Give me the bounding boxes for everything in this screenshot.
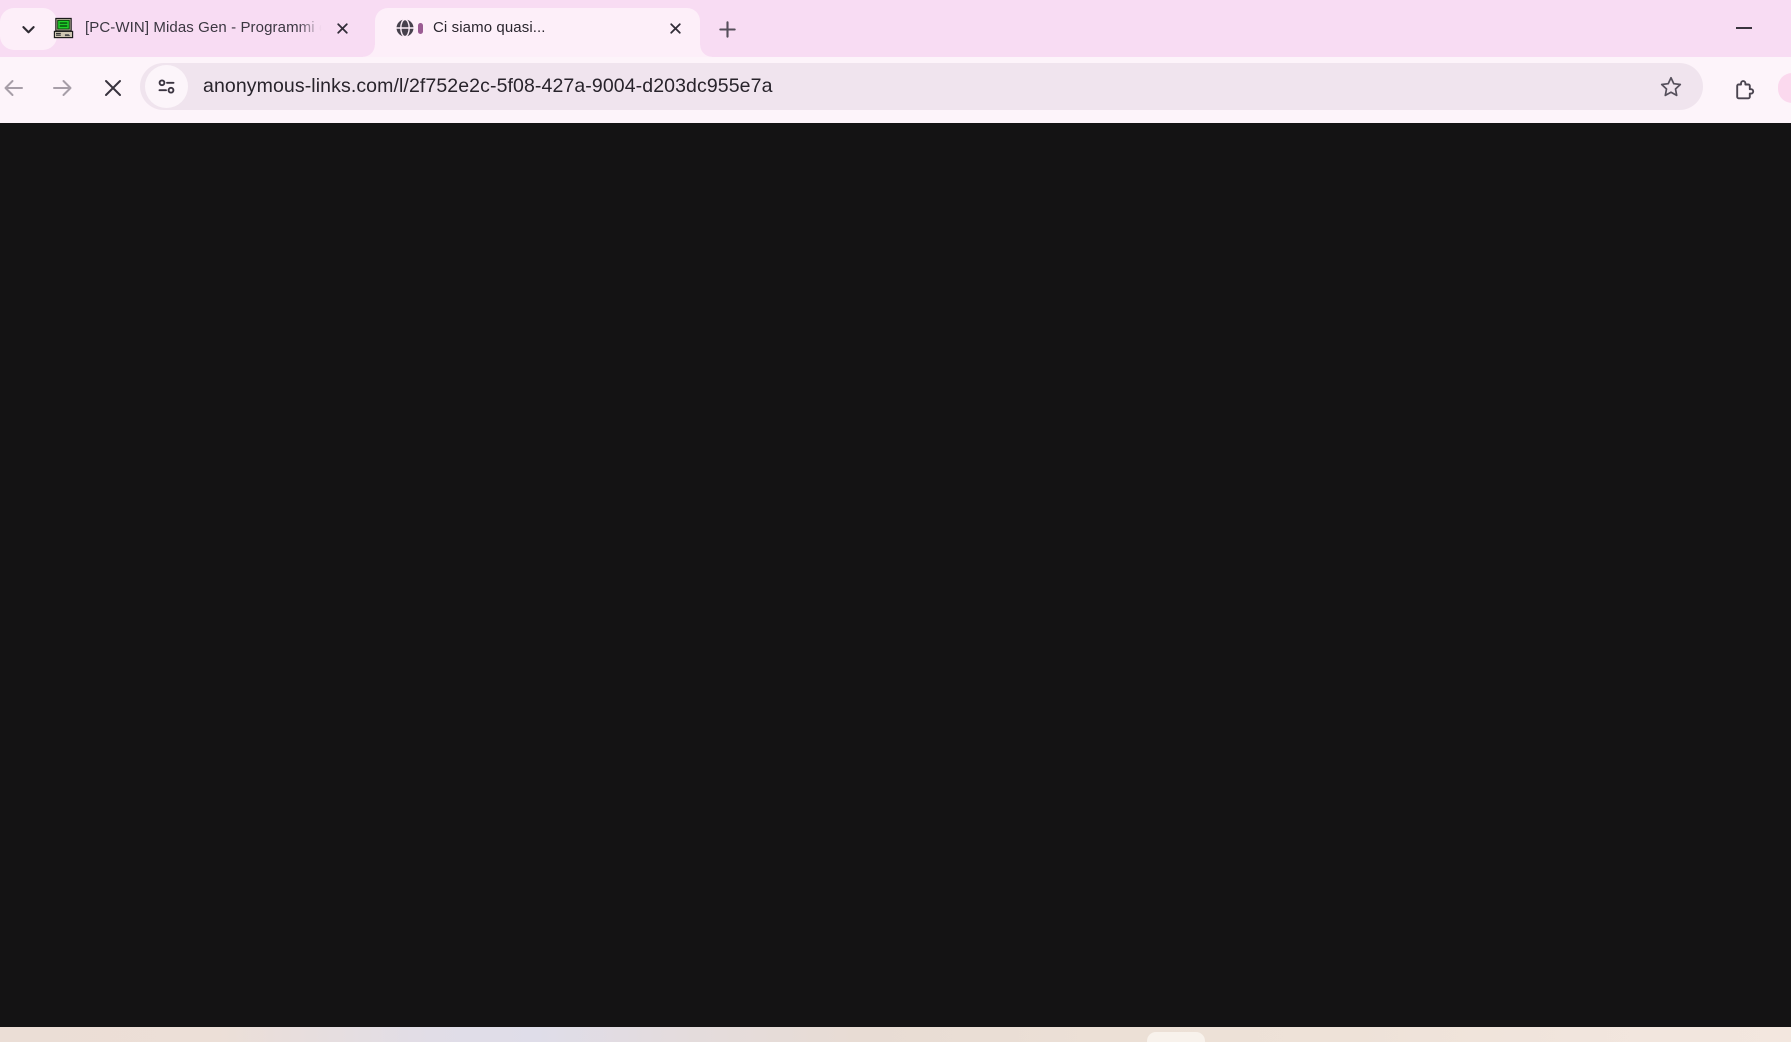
- tab-ci-siamo-quasi[interactable]: Ci siamo quasi...: [363, 8, 712, 57]
- plus-icon: [718, 20, 737, 39]
- bookmark-star-button[interactable]: [1653, 69, 1689, 105]
- tab-notification-dot: [418, 22, 423, 34]
- arrow-left-icon: [0, 75, 26, 101]
- stop-loading-button[interactable]: [93, 68, 133, 108]
- globe-icon: [395, 18, 415, 38]
- tab-midas-gen[interactable]: [PC-WIN] Midas Gen - Programmi e Dove: [45, 8, 362, 57]
- address-bar[interactable]: anonymous-links.com/l/2f752e2c-5f08-427a…: [140, 63, 1703, 110]
- close-icon[interactable]: [663, 16, 687, 40]
- close-icon[interactable]: [330, 16, 354, 40]
- puzzle-icon: [1731, 77, 1756, 102]
- site-settings-button[interactable]: [145, 65, 188, 108]
- arrow-right-icon: [50, 75, 76, 101]
- minimize-dash-icon: [1736, 27, 1752, 29]
- star-outline-icon: [1659, 75, 1683, 99]
- extensions-button[interactable]: [1723, 69, 1763, 109]
- tune-icon: [156, 76, 177, 97]
- minimize-button[interactable]: [1722, 6, 1766, 50]
- forward-button[interactable]: [43, 68, 83, 108]
- page-viewport: [0, 123, 1791, 1027]
- tab-strip: [PC-WIN] Midas Gen - Programmi e Dove Ci…: [0, 0, 1791, 57]
- tab-title: [PC-WIN] Midas Gen - Programmi e Dove: [85, 19, 324, 36]
- tab-title-clip: Ci siamo quasi...: [433, 18, 657, 38]
- taskbar-app-button[interactable]: [1147, 1032, 1205, 1042]
- back-button[interactable]: [0, 68, 33, 108]
- chevron-down-icon: [20, 21, 37, 38]
- close-icon: [102, 77, 124, 99]
- browser-toolbar: anonymous-links.com/l/2f752e2c-5f08-427a…: [0, 57, 1791, 123]
- taskbar-edge: [0, 1027, 1791, 1042]
- tab-title-clip: [PC-WIN] Midas Gen - Programmi e Dove: [85, 18, 324, 38]
- retro-pc-icon: [52, 17, 75, 40]
- url-input[interactable]: anonymous-links.com/l/2f752e2c-5f08-427a…: [203, 75, 1653, 98]
- tab-title: Ci siamo quasi...: [433, 19, 546, 36]
- avatar[interactable]: [1778, 73, 1791, 103]
- new-tab-button[interactable]: [709, 11, 745, 47]
